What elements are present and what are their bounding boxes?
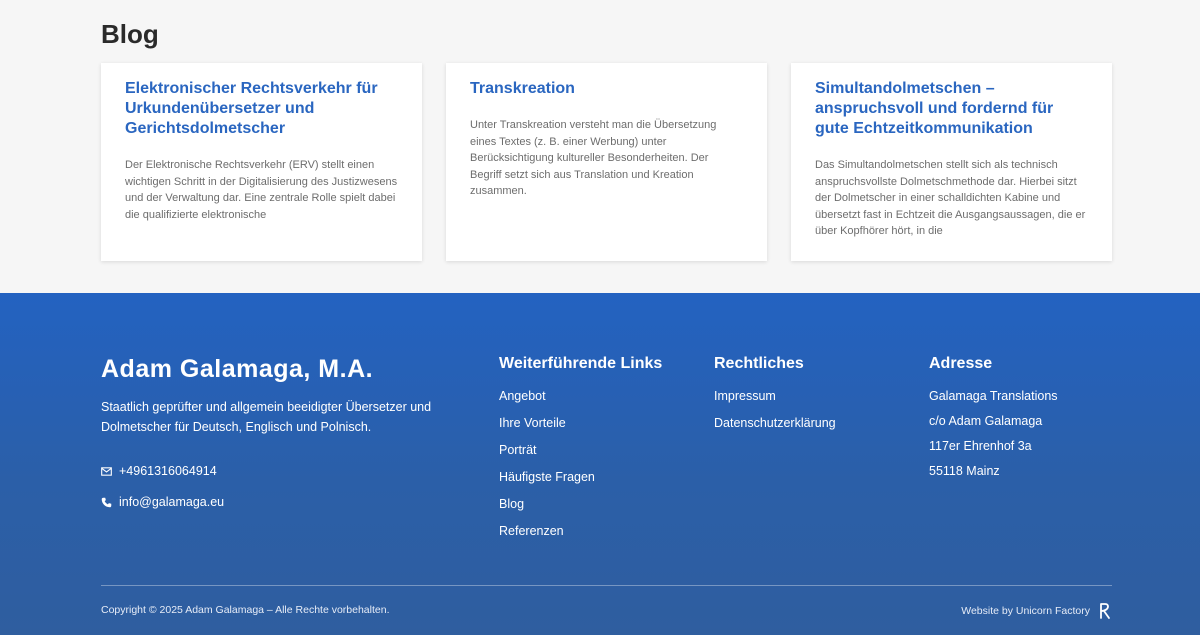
blog-cards: Elektronischer Rechtsverkehr für Urkunde… xyxy=(101,63,1112,261)
footer-brand: Adam Galamaga, M.A. xyxy=(101,355,374,383)
footer-link-faq[interactable]: Häufigste Fragen xyxy=(499,470,662,484)
footer-divider xyxy=(101,585,1112,586)
unicorn-logo-icon xyxy=(1100,603,1110,619)
blog-card-title[interactable]: Transkreation xyxy=(470,79,743,99)
address-title: Adresse xyxy=(929,355,993,372)
footer-link-impressum[interactable]: Impressum xyxy=(714,389,836,403)
address-line: 55118 Mainz xyxy=(929,464,1000,478)
phone-number[interactable]: +4961316064914 xyxy=(119,464,217,478)
credit-text[interactable]: Website by Unicorn Factory xyxy=(961,605,1090,617)
links-title: Weiterführende Links xyxy=(499,355,663,372)
phone-icon xyxy=(101,497,112,507)
blog-card-title[interactable]: Elektronischer Rechtsverkehr für Urkunde… xyxy=(125,79,398,139)
links-column: Weiterführende Links Angebot Ihre Vortei… xyxy=(499,355,662,551)
blog-card-excerpt: Das Simultandolmetschen stellt sich als … xyxy=(815,159,1086,237)
blog-card-excerpt: Unter Transkreation versteht man die Übe… xyxy=(470,119,717,197)
footer-link-vorteile[interactable]: Ihre Vorteile xyxy=(499,416,662,430)
footer-link-angebot[interactable]: Angebot xyxy=(499,389,662,403)
blog-section: Blog Elektronischer Rechtsverkehr für Ur… xyxy=(0,0,1200,293)
footer-link-referenzen[interactable]: Referenzen xyxy=(499,524,662,538)
footer-link-datenschutz[interactable]: Datenschutzerklärung xyxy=(714,416,836,430)
blog-card-excerpt: Der Elektronische Rechtsverkehr (ERV) st… xyxy=(125,159,398,221)
email-contact[interactable]: info@galamaga.eu xyxy=(101,495,224,509)
footer-tagline: Staatlich geprüfter und allgemein beeidi… xyxy=(101,400,432,434)
copyright-text: Copyright © 2025 Adam Galamaga – Alle Re… xyxy=(101,604,390,616)
address-column: Adresse Galamaga Translations c/o Adam G… xyxy=(929,355,1058,489)
envelope-icon xyxy=(101,466,112,476)
address-line: 117er Ehrenhof 3a xyxy=(929,439,1032,453)
blog-card[interactable]: Elektronischer Rechtsverkehr für Urkunde… xyxy=(101,63,422,261)
footer-link-blog[interactable]: Blog xyxy=(499,497,662,511)
legal-title: Rechtliches xyxy=(714,355,804,372)
address-line: c/o Adam Galamaga xyxy=(929,414,1043,428)
blog-card[interactable]: Transkreation Unter Transkreation verste… xyxy=(446,63,767,261)
legal-column: Rechtliches Impressum Datenschutzerkläru… xyxy=(714,355,836,443)
footer-link-portraet[interactable]: Porträt xyxy=(499,443,662,457)
phone-contact[interactable]: +4961316064914 xyxy=(101,464,217,478)
blog-card-title[interactable]: Simultandolmetschen – anspruchsvoll und … xyxy=(815,79,1088,139)
site-credit[interactable]: Website by Unicorn Factory xyxy=(961,602,1112,620)
blog-heading: Blog xyxy=(101,19,159,49)
address-line: Galamaga Translations xyxy=(929,389,1058,403)
blog-card[interactable]: Simultandolmetschen – anspruchsvoll und … xyxy=(791,63,1112,261)
site-footer: Adam Galamaga, M.A. Staatlich geprüfter … xyxy=(0,293,1200,635)
email-address[interactable]: info@galamaga.eu xyxy=(119,495,224,509)
